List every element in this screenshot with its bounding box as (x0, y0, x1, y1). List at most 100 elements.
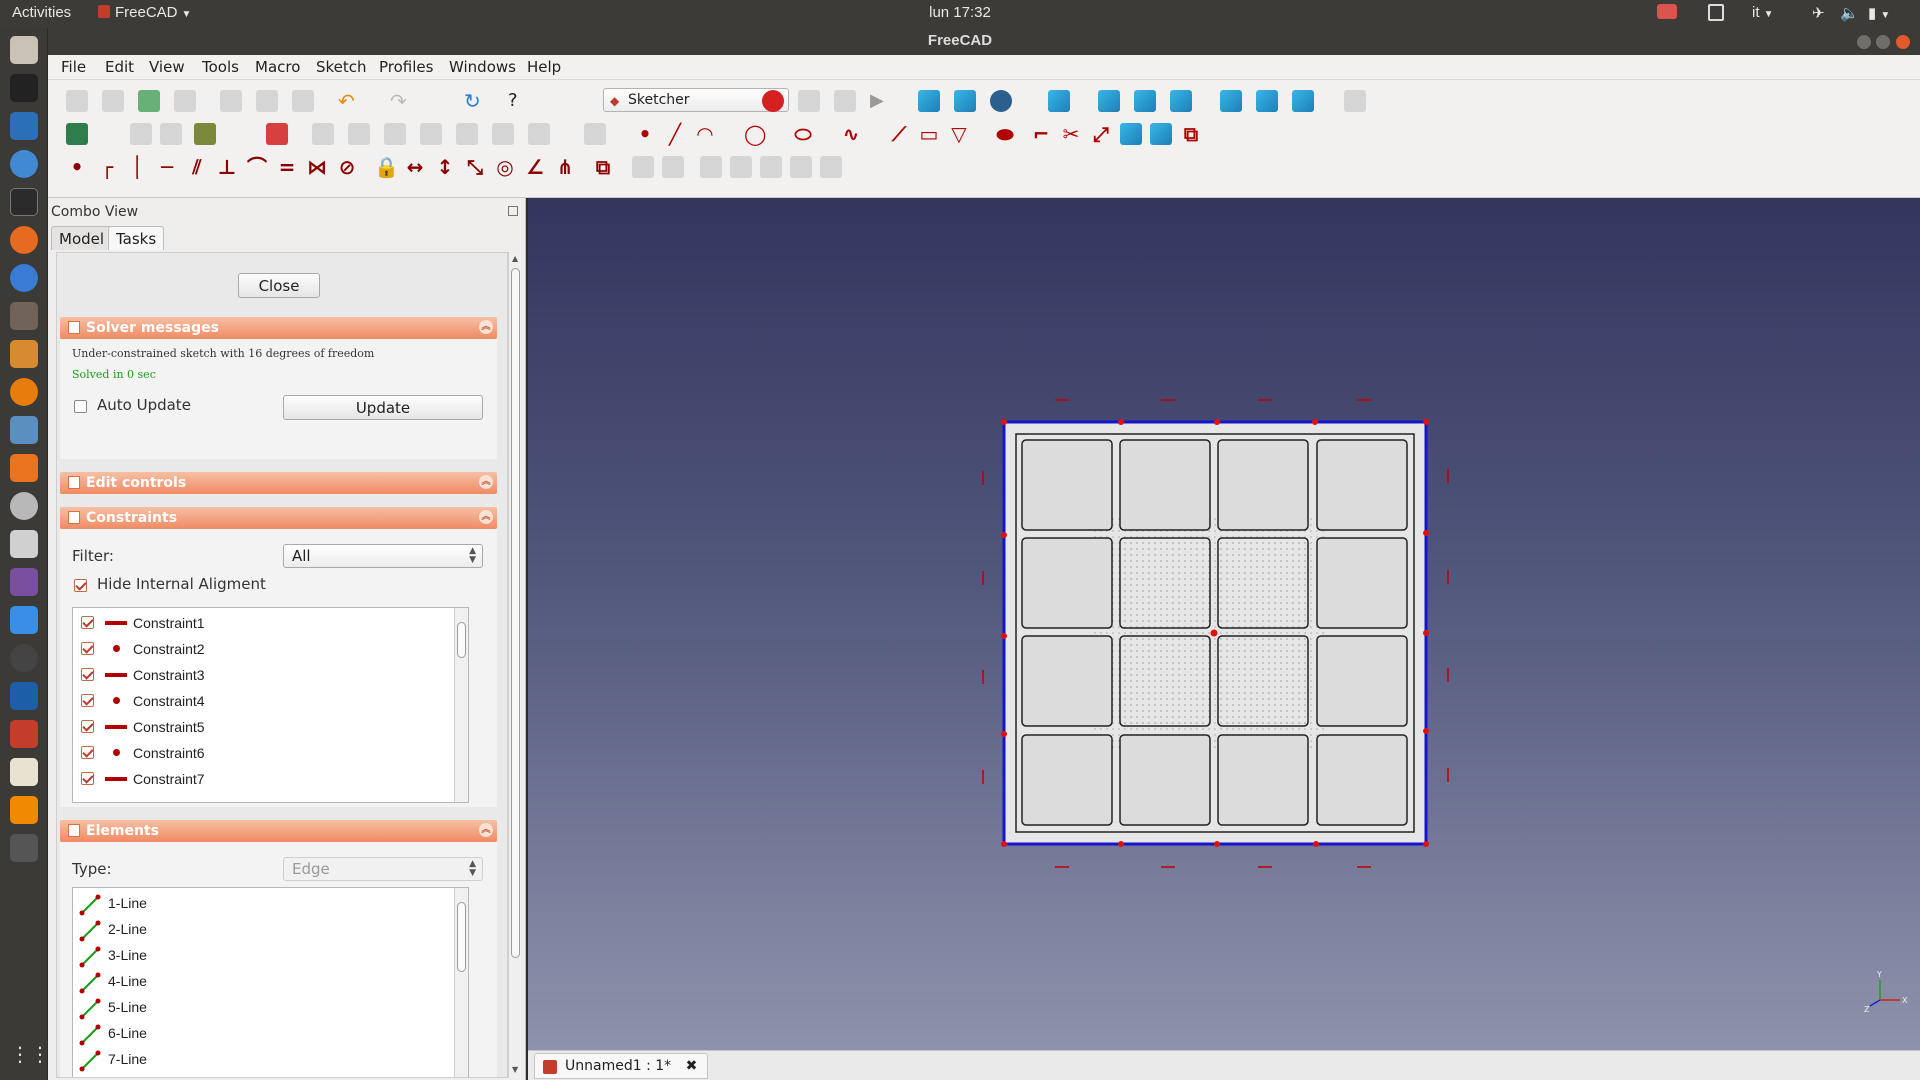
inkscape-icon[interactable] (10, 74, 38, 102)
constraint-checkbox[interactable] (81, 668, 94, 681)
system-menu-icon[interactable]: ▮ ▼ (1868, 4, 1890, 22)
3d-view[interactable]: X Y Z (528, 198, 1920, 1050)
constrain-vertical-icon[interactable]: │ (126, 156, 148, 178)
constraint-checkbox[interactable] (81, 746, 94, 759)
tab-tasks[interactable]: Tasks (108, 226, 165, 250)
menu-sketch[interactable]: Sketch (316, 58, 367, 76)
save-icon[interactable] (138, 90, 160, 112)
create-part-icon[interactable] (632, 156, 654, 178)
map-sketch-icon[interactable] (194, 123, 216, 145)
create-slot-icon[interactable]: ⬬ (994, 123, 1016, 145)
scrollbar-thumb[interactable] (457, 622, 466, 658)
collapse-icon[interactable]: ︽ (479, 823, 493, 837)
whats-this-icon[interactable]: ? (508, 90, 530, 112)
list-item[interactable]: 7-Line (73, 1046, 463, 1072)
menu-help[interactable]: Help (527, 58, 561, 76)
constrain-horizontal-distance-icon[interactable]: ↔ (404, 156, 426, 178)
scrollbar-thumb[interactable] (457, 902, 466, 972)
constrain-point-on-object-icon[interactable]: ┌ (96, 156, 118, 178)
link-icon[interactable] (700, 156, 722, 178)
list-item[interactable]: Constraint5 (73, 714, 463, 740)
update-button[interactable]: Update (283, 395, 483, 420)
collapse-icon[interactable]: ︽ (479, 320, 493, 334)
rear-view-icon[interactable] (1220, 90, 1242, 112)
left-view-icon[interactable] (1292, 90, 1314, 112)
filter-select[interactable]: All ▲ ▼ (283, 544, 483, 568)
create-group-icon[interactable] (662, 156, 684, 178)
eye-app-icon[interactable] (10, 644, 38, 672)
minimize-button[interactable] (1857, 35, 1871, 49)
remote-desktop-icon[interactable] (10, 606, 38, 634)
draw-style-icon[interactable] (990, 90, 1012, 112)
constraint-checkbox[interactable] (81, 694, 94, 707)
elements-list-scrollbar[interactable] (454, 888, 468, 1077)
float-panel-icon[interactable] (508, 206, 518, 216)
new-document-icon[interactable] (66, 90, 88, 112)
scanner-icon[interactable] (10, 416, 38, 444)
keyboard-layout-indicator[interactable]: it ▼ (1752, 4, 1774, 21)
menu-edit[interactable]: Edit (105, 58, 134, 76)
settings-icon[interactable] (10, 492, 38, 520)
close-icon[interactable]: ✖ (686, 1058, 698, 1074)
constrain-angle-icon[interactable]: ∠ (524, 156, 546, 178)
validate-sketch-icon[interactable] (312, 123, 334, 145)
create-arc-icon[interactable]: ◠ (694, 123, 716, 145)
collapse-icon[interactable]: ︽ (479, 510, 493, 524)
airplane-mode-icon[interactable]: ✈ (1812, 4, 1825, 22)
toggle-driving-icon[interactable]: ⧉ (592, 156, 614, 178)
constrain-block-icon[interactable]: ⊘ (336, 156, 358, 178)
scroll-down-arrow-icon[interactable]: ▼ (512, 1065, 518, 1074)
constraints-list-scrollbar[interactable] (454, 608, 468, 802)
clipboard-icon[interactable] (1708, 4, 1724, 21)
close-window-button[interactable] (1896, 35, 1910, 49)
list-item[interactable]: 1-Line (73, 890, 463, 916)
scroll-up-arrow-icon[interactable]: ▲ (512, 254, 518, 263)
document-tab[interactable]: Unnamed1 : 1* ✖ (534, 1053, 709, 1079)
constraints-header[interactable]: Constraints ︽ (60, 507, 497, 529)
maximize-button[interactable] (1876, 35, 1890, 49)
macro-stop-icon[interactable] (798, 90, 820, 112)
carbon-copy-icon[interactable] (1150, 123, 1172, 145)
constrain-coincident-icon[interactable]: • (66, 156, 88, 178)
list-item[interactable]: Constraint3 (73, 662, 463, 688)
view-section-icon[interactable] (420, 123, 442, 145)
elements-header[interactable]: Elements ︽ (60, 820, 497, 842)
top-view-icon[interactable] (1134, 90, 1156, 112)
menu-file[interactable]: File (61, 58, 86, 76)
fillet-icon[interactable]: ⌐ (1030, 123, 1052, 145)
software-center-icon[interactable] (10, 454, 38, 482)
edit-controls-header[interactable]: Edit controls ︽ (60, 472, 497, 494)
create-polyline-icon[interactable]: ⟋ (888, 123, 910, 145)
files-icon[interactable] (10, 36, 38, 64)
terminal-icon[interactable] (10, 188, 38, 216)
constrain-radius-icon[interactable]: ◎ (494, 156, 516, 178)
right-view-icon[interactable] (1170, 90, 1192, 112)
list-item[interactable]: 5-Line (73, 994, 463, 1020)
cut-icon[interactable] (220, 90, 242, 112)
create-point-icon[interactable]: • (634, 123, 656, 145)
external-geometry-icon[interactable] (1120, 123, 1142, 145)
app-grid-icon[interactable]: ⋮⋮ (10, 1040, 50, 1068)
create-conic-icon[interactable]: ⬭ (792, 123, 814, 145)
constraint-checkbox[interactable] (81, 772, 94, 785)
menu-profiles[interactable]: Profiles (379, 58, 433, 76)
construction-mode-icon[interactable]: ⧉ (1180, 123, 1202, 145)
vlc-icon[interactable] (10, 796, 38, 824)
list-item[interactable]: 4-Line (73, 968, 463, 994)
replace-object-icon[interactable] (790, 156, 812, 178)
list-item[interactable]: 6-Line (73, 1020, 463, 1046)
object-list-icon[interactable] (820, 156, 842, 178)
bottom-view-icon[interactable] (1256, 90, 1278, 112)
freecad-icon[interactable] (10, 720, 38, 748)
list-item[interactable]: Constraint4 (73, 688, 463, 714)
list-item[interactable]: Constraint1 (73, 610, 463, 636)
leave-sketch-icon[interactable] (130, 123, 152, 145)
gimp-icon[interactable] (10, 302, 38, 330)
front-view-icon[interactable] (1098, 90, 1120, 112)
constrain-tangent-icon[interactable]: ⌒ (246, 156, 268, 178)
create-polygon-icon[interactable]: ▽ (948, 123, 970, 145)
collapse-icon[interactable]: ︽ (479, 475, 493, 489)
menu-windows[interactable]: Windows (449, 58, 516, 76)
media-player-icon[interactable] (10, 568, 38, 596)
macro-record-icon[interactable] (762, 90, 784, 112)
